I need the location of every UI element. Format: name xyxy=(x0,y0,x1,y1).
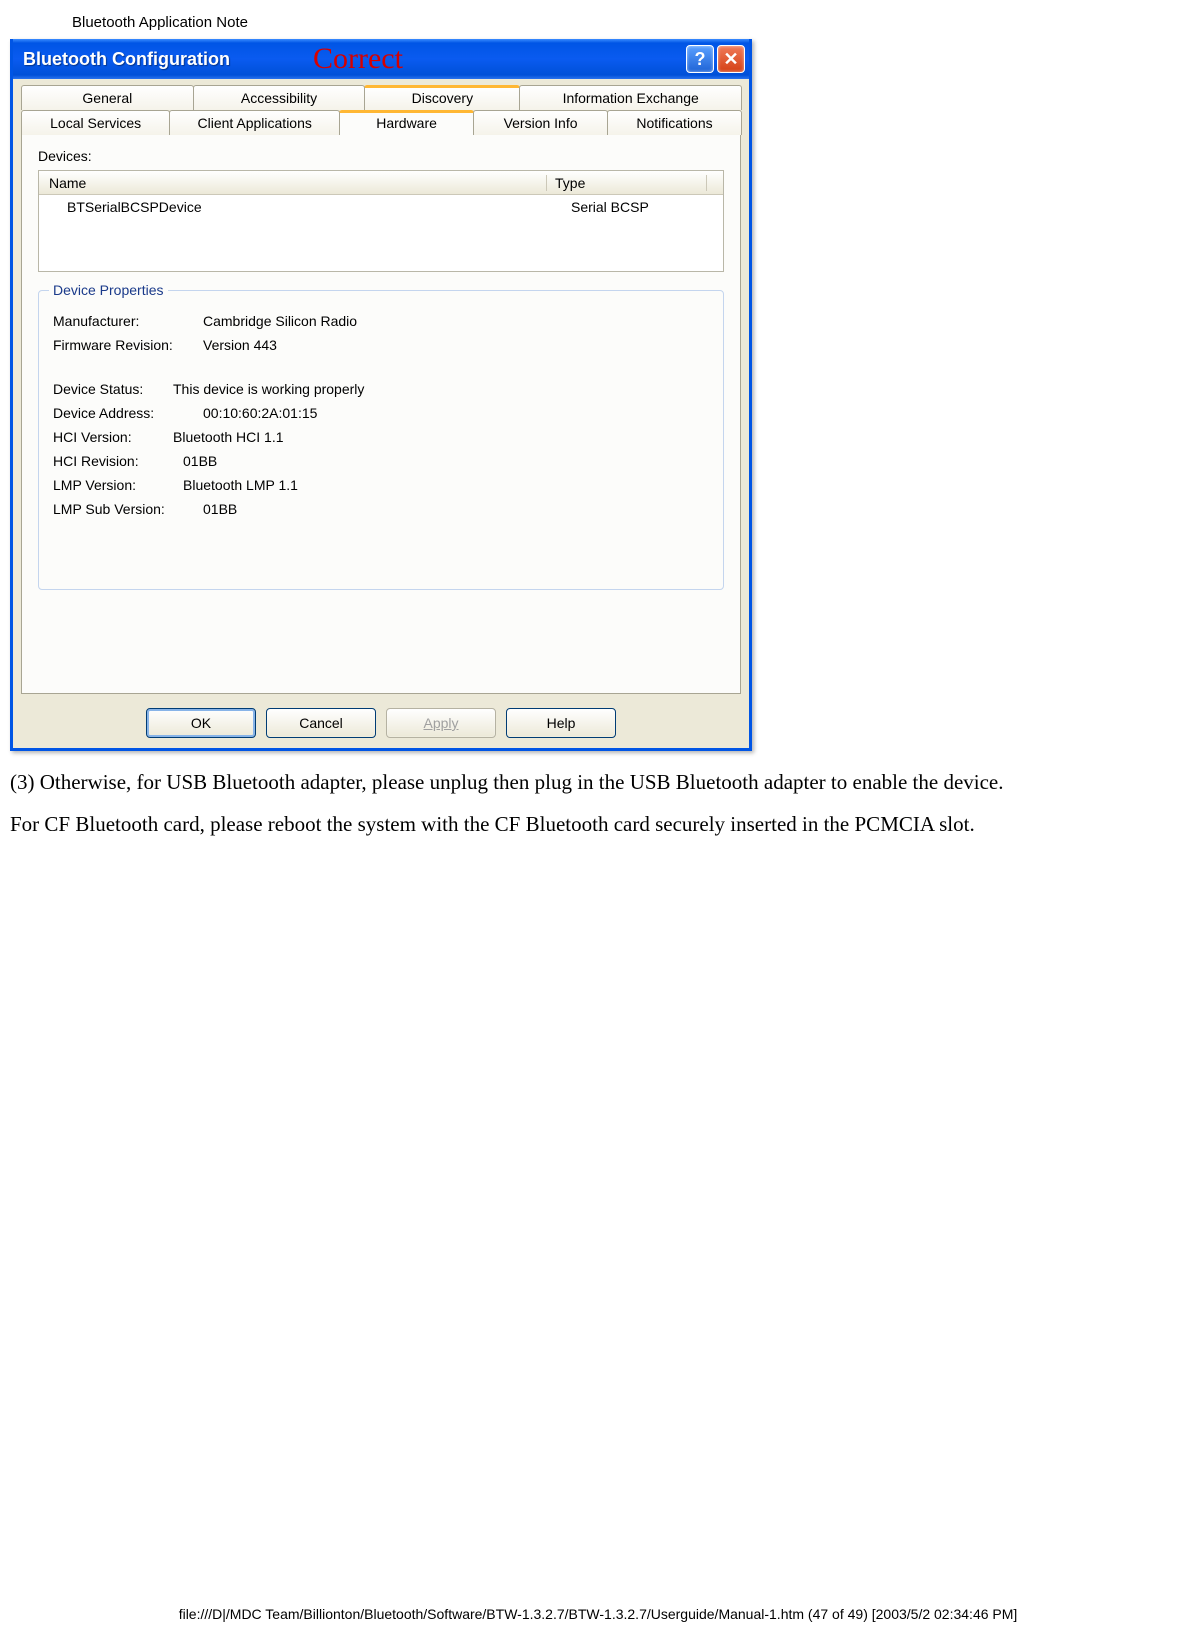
paragraph-usb: (3) Otherwise, for USB Bluetooth adapter… xyxy=(10,769,1186,795)
prop-label: Device Status: xyxy=(53,381,173,397)
prop-value: Bluetooth LMP 1.1 xyxy=(183,477,298,493)
device-properties-group: Device Properties Manufacturer: Cambridg… xyxy=(38,290,724,590)
prop-value: Bluetooth HCI 1.1 xyxy=(173,429,284,445)
prop-lmp-subversion: LMP Sub Version: 01BB xyxy=(53,501,709,517)
apply-label: Apply xyxy=(423,715,458,731)
prop-spacer xyxy=(53,361,709,373)
tab-panel-hardware: Devices: Name Type BTSerialBCSPDevice Se… xyxy=(21,134,741,694)
prop-lmp-version: LMP Version: Bluetooth LMP 1.1 xyxy=(53,477,709,493)
titlebar: Bluetooth Configuration Correct ? ✕ xyxy=(13,39,749,79)
correct-annotation: Correct xyxy=(313,42,403,76)
tabs-row-2: Local Services Client Applications Hardw… xyxy=(21,110,741,135)
devices-label: Devices: xyxy=(38,148,724,164)
device-name-cell: BTSerialBCSPDevice xyxy=(39,199,563,215)
tab-client-applications[interactable]: Client Applications xyxy=(169,110,340,135)
tab-discovery[interactable]: Discovery xyxy=(364,85,520,110)
dialog-buttons: OK Cancel Apply Help xyxy=(21,708,741,738)
prop-label: LMP Sub Version: xyxy=(53,501,203,517)
tab-accessibility[interactable]: Accessibility xyxy=(193,85,366,110)
titlebar-close-button[interactable]: ✕ xyxy=(717,45,745,73)
prop-value: 00:10:60:2A:01:15 xyxy=(203,405,317,421)
prop-value: Cambridge Silicon Radio xyxy=(203,313,357,329)
footer-file-path: file:///D|/MDC Team/Billionton/Bluetooth… xyxy=(0,1606,1196,1622)
devices-header: Name Type xyxy=(39,171,723,195)
devices-table[interactable]: Name Type BTSerialBCSPDevice Serial BCSP xyxy=(38,170,724,272)
prop-address: Device Address: 00:10:60:2A:01:15 xyxy=(53,405,709,421)
prop-status: Device Status: This device is working pr… xyxy=(53,381,709,397)
tabs-row-1: General Accessibility Discovery Informat… xyxy=(21,85,741,110)
tab-version-info[interactable]: Version Info xyxy=(473,110,608,135)
tab-notifications[interactable]: Notifications xyxy=(607,110,742,135)
document-header: Bluetooth Application Note xyxy=(10,10,1186,39)
prop-label: HCI Version: xyxy=(53,429,173,445)
device-properties-legend: Device Properties xyxy=(49,282,168,298)
prop-value: 01BB xyxy=(203,501,237,517)
prop-firmware: Firmware Revision: Version 443 xyxy=(53,337,709,353)
prop-value: This device is working properly xyxy=(173,381,364,397)
apply-button: Apply xyxy=(386,708,496,738)
col-header-type[interactable]: Type xyxy=(547,175,707,191)
prop-manufacturer: Manufacturer: Cambridge Silicon Radio xyxy=(53,313,709,329)
tab-hardware[interactable]: Hardware xyxy=(339,110,474,135)
tab-information-exchange[interactable]: Information Exchange xyxy=(519,85,742,110)
tab-local-services[interactable]: Local Services xyxy=(21,110,170,135)
prop-label: HCI Revision: xyxy=(53,453,183,469)
prop-value: Version 443 xyxy=(203,337,277,353)
table-row[interactable]: BTSerialBCSPDevice Serial BCSP xyxy=(39,195,723,219)
device-type-cell: Serial BCSP xyxy=(563,199,723,215)
paragraph-cf: For CF Bluetooth card, please reboot the… xyxy=(10,811,1186,837)
ok-button[interactable]: OK xyxy=(146,708,256,738)
prop-value: 01BB xyxy=(183,453,217,469)
tab-general[interactable]: General xyxy=(21,85,194,110)
cancel-button[interactable]: Cancel xyxy=(266,708,376,738)
help-icon: ? xyxy=(695,49,706,70)
prop-label: LMP Version: xyxy=(53,477,183,493)
prop-label: Firmware Revision: xyxy=(53,337,203,353)
titlebar-title: Bluetooth Configuration xyxy=(23,49,230,70)
titlebar-help-button[interactable]: ? xyxy=(686,45,714,73)
close-icon: ✕ xyxy=(723,49,738,70)
prop-label: Device Address: xyxy=(53,405,203,421)
prop-hci-revision: HCI Revision: 01BB xyxy=(53,453,709,469)
help-button[interactable]: Help xyxy=(506,708,616,738)
prop-hci-version: HCI Version: Bluetooth HCI 1.1 xyxy=(53,429,709,445)
col-header-name[interactable]: Name xyxy=(39,175,547,191)
prop-label: Manufacturer: xyxy=(53,313,203,329)
bluetooth-config-dialog: Bluetooth Configuration Correct ? ✕ Gene… xyxy=(10,39,752,751)
